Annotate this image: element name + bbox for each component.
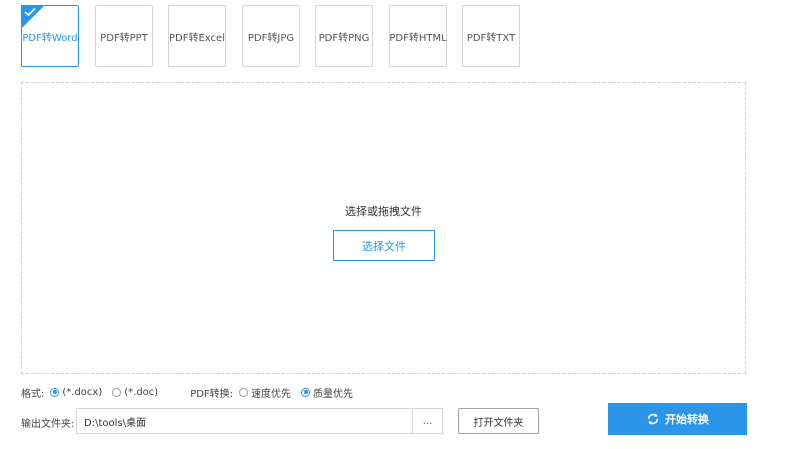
output-path-input[interactable] — [77, 409, 412, 433]
format-docx-label: (*.docx) — [62, 386, 103, 398]
format-docx-radio[interactable]: (*.docx) — [50, 387, 102, 398]
tab-pdf-to-ppt[interactable]: PDF转PPT — [95, 5, 153, 67]
mode-label: PDF转换: — [190, 388, 234, 400]
mode-speed-label: 速度优先 — [251, 388, 292, 400]
open-folder-button[interactable]: 打开文件夹 — [458, 408, 539, 434]
tab-pdf-to-txt[interactable]: PDF转TXT — [462, 5, 520, 67]
check-icon — [24, 7, 36, 17]
tab-label: PDF转TXT — [466, 32, 516, 44]
options-row: 格式: (*.docx) (*.doc) PDF转换: 速度优先 质量优先 — [21, 384, 363, 400]
tab-pdf-to-html[interactable]: PDF转HTML — [389, 5, 447, 67]
mode-quality-label: 质量优先 — [313, 388, 354, 400]
tab-label: PDF转PPT — [100, 32, 148, 44]
radio-dot — [112, 387, 122, 397]
start-convert-label: 开始转换 — [665, 413, 709, 426]
tab-pdf-to-word[interactable]: PDF转Word — [21, 5, 79, 67]
output-path-field: ... — [76, 408, 443, 434]
tab-label: PDF转PNG — [318, 32, 370, 44]
select-file-button[interactable]: 选择文件 — [333, 230, 435, 261]
tab-pdf-to-png[interactable]: PDF转PNG — [315, 5, 373, 67]
radio-dot — [50, 387, 60, 397]
tab-pdf-to-jpg[interactable]: PDF转JPG — [242, 5, 300, 67]
pdf-converter-window: PDF转Word PDF转PPT PDF转Excel PDF转JPG PDF转P… — [0, 0, 805, 449]
format-doc-label: (*.doc) — [124, 386, 159, 398]
tab-pdf-to-excel[interactable]: PDF转Excel — [168, 5, 226, 67]
browse-button[interactable]: ... — [412, 409, 442, 433]
drop-hint-text: 选择或拖拽文件 — [345, 205, 422, 218]
tab-label: PDF转Word — [22, 32, 78, 44]
start-convert-button[interactable]: 开始转换 — [608, 403, 747, 435]
tab-label: PDF转JPG — [247, 32, 295, 44]
radio-dot — [301, 387, 311, 397]
file-drop-zone[interactable]: 选择或拖拽文件 选择文件 — [21, 82, 746, 374]
tab-label: PDF转Excel — [169, 32, 225, 44]
mode-quality-radio[interactable]: 质量优先 — [301, 385, 353, 400]
refresh-icon — [647, 413, 659, 425]
output-folder-label: 输出文件夹: — [21, 419, 75, 430]
mode-speed-radio[interactable]: 速度优先 — [239, 385, 291, 400]
format-label: 格式: — [21, 388, 45, 400]
radio-dot — [239, 387, 249, 397]
tab-label: PDF转HTML — [389, 32, 447, 44]
format-doc-radio[interactable]: (*.doc) — [112, 387, 158, 398]
